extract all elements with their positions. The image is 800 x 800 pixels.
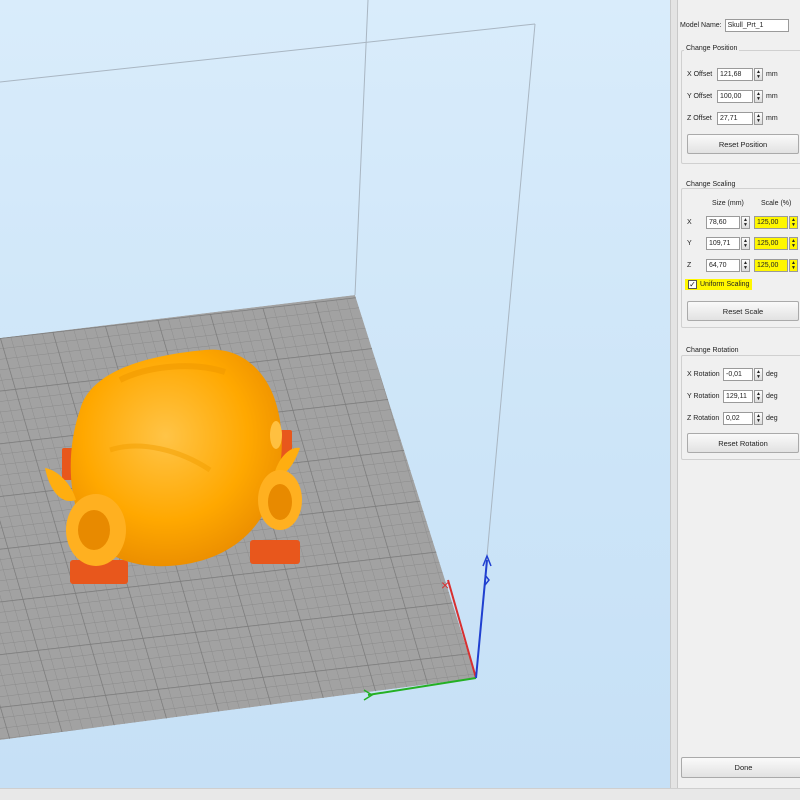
z-offset-field[interactable]: 27,71 <box>717 112 753 125</box>
done-button[interactable]: Done <box>681 757 800 778</box>
svg-text:×: × <box>441 577 449 593</box>
spin-down-icon: ▼ <box>756 117 761 124</box>
spin-down-icon: ▼ <box>791 242 796 249</box>
y-rotation-spinner[interactable]: ▲ ▼ <box>754 390 763 403</box>
spin-down-icon: ▼ <box>743 264 748 271</box>
scale-z-spinner[interactable]: ▲ ▼ <box>789 259 798 272</box>
x-rotation-field[interactable]: -0,01 <box>723 368 753 381</box>
change-scaling-title: Change Scaling <box>684 181 738 188</box>
scale-y-field[interactable]: 125,00 <box>754 237 788 250</box>
y-offset-unit: mm <box>766 93 778 100</box>
z-rotation-row: Z Rotation 0,02 ▲ ▼ deg <box>687 412 778 425</box>
x-offset-row: X Offset 121,68 ▲ ▼ mm <box>687 68 778 81</box>
y-rotation-row: Y Rotation 129,11 ▲ ▼ deg <box>687 390 778 403</box>
x-rotation-spinner[interactable]: ▲ ▼ <box>754 368 763 381</box>
z-offset-label: Z Offset <box>687 115 712 122</box>
size-y-spinner[interactable]: ▲ ▼ <box>741 237 750 250</box>
spin-down-icon: ▼ <box>756 95 761 102</box>
y-rotation-label: Y Rotation <box>687 393 720 400</box>
scale-row-y: Y 109,71 ▲ ▼ 125,00 ▲ ▼ <box>687 237 798 250</box>
x-offset-unit: mm <box>766 71 778 78</box>
scale-axis-label: Y <box>687 240 692 247</box>
x-offset-label: X Offset <box>687 71 713 78</box>
3d-viewport[interactable]: × <box>0 0 670 788</box>
panel-splitter[interactable] <box>670 0 678 788</box>
spin-down-icon: ▼ <box>791 221 796 228</box>
window-bottom-edge <box>0 788 800 800</box>
spin-down-icon: ▼ <box>756 417 761 424</box>
uniform-scaling-label: Uniform Scaling <box>700 281 750 288</box>
x-rotation-unit: deg <box>766 371 778 378</box>
x-offset-field[interactable]: 121,68 <box>717 68 753 81</box>
spin-down-icon: ▼ <box>743 242 748 249</box>
x-rotation-label: X Rotation <box>687 371 720 378</box>
size-z-field[interactable]: 64,70 <box>706 259 740 272</box>
scale-z-field[interactable]: 125,00 <box>754 259 788 272</box>
y-rotation-field[interactable]: 129,11 <box>723 390 753 403</box>
uniform-scaling-option[interactable]: ✓ Uniform Scaling <box>685 279 753 290</box>
z-offset-unit: mm <box>766 115 778 122</box>
check-mark-icon: ✓ <box>689 280 696 289</box>
x-rotation-row: X Rotation -0,01 ▲ ▼ deg <box>687 368 778 381</box>
scale-row-z: Z 64,70 ▲ ▼ 125,00 ▲ ▼ <box>687 259 798 272</box>
reset-scale-button[interactable]: Reset Scale <box>687 301 799 321</box>
scale-axis-label: Z <box>687 262 692 269</box>
spin-down-icon: ▼ <box>743 221 748 228</box>
z-offset-spinner[interactable]: ▲ ▼ <box>754 112 763 125</box>
z-rotation-label: Z Rotation <box>687 415 720 422</box>
scale-row-x: X 78,60 ▲ ▼ 125,00 ▲ ▼ <box>687 216 798 229</box>
size-y-field[interactable]: 109,71 <box>706 237 740 250</box>
spin-down-icon: ▼ <box>756 73 761 80</box>
model-settings-panel: Model Name: Skull_Prt_1 Change Position … <box>678 0 800 788</box>
reset-rotation-button[interactable]: Reset Rotation <box>687 433 799 453</box>
change-position-title: Change Position <box>684 45 740 52</box>
spin-down-icon: ▼ <box>756 373 761 380</box>
scale-x-spinner[interactable]: ▲ ▼ <box>789 216 798 229</box>
z-rotation-field[interactable]: 0,02 <box>723 412 753 425</box>
scale-x-field[interactable]: 125,00 <box>754 216 788 229</box>
y-rotation-unit: deg <box>766 393 778 400</box>
uniform-scaling-checkbox[interactable]: ✓ <box>688 280 697 289</box>
scale-column-header: Scale (%) <box>761 200 792 207</box>
scale-y-spinner[interactable]: ▲ ▼ <box>789 237 798 250</box>
size-z-spinner[interactable]: ▲ ▼ <box>741 259 750 272</box>
size-x-spinner[interactable]: ▲ ▼ <box>741 216 750 229</box>
z-rotation-unit: deg <box>766 415 778 422</box>
y-offset-spinner[interactable]: ▲ ▼ <box>754 90 763 103</box>
spin-down-icon: ▼ <box>791 264 796 271</box>
y-offset-row: Y Offset 100,00 ▲ ▼ mm <box>687 90 778 103</box>
model-name-field[interactable]: Skull_Prt_1 <box>724 19 789 32</box>
scene-svg: × <box>0 0 536 740</box>
reset-position-button[interactable]: Reset Position <box>687 134 799 154</box>
change-rotation-title: Change Rotation <box>684 347 741 354</box>
z-offset-row: Z Offset 27,71 ▲ ▼ mm <box>687 112 778 125</box>
x-offset-spinner[interactable]: ▲ ▼ <box>754 68 763 81</box>
model-name-label: Model Name: <box>680 22 722 29</box>
scale-axis-label: X <box>687 219 692 226</box>
size-column-header: Size (mm) <box>712 200 744 207</box>
y-offset-label: Y Offset <box>687 93 713 100</box>
y-offset-field[interactable]: 100,00 <box>717 90 753 103</box>
z-rotation-spinner[interactable]: ▲ ▼ <box>754 412 763 425</box>
spin-down-icon: ▼ <box>756 395 761 402</box>
model-name-row: Model Name: Skull_Prt_1 <box>680 19 789 32</box>
size-x-field[interactable]: 78,60 <box>706 216 740 229</box>
